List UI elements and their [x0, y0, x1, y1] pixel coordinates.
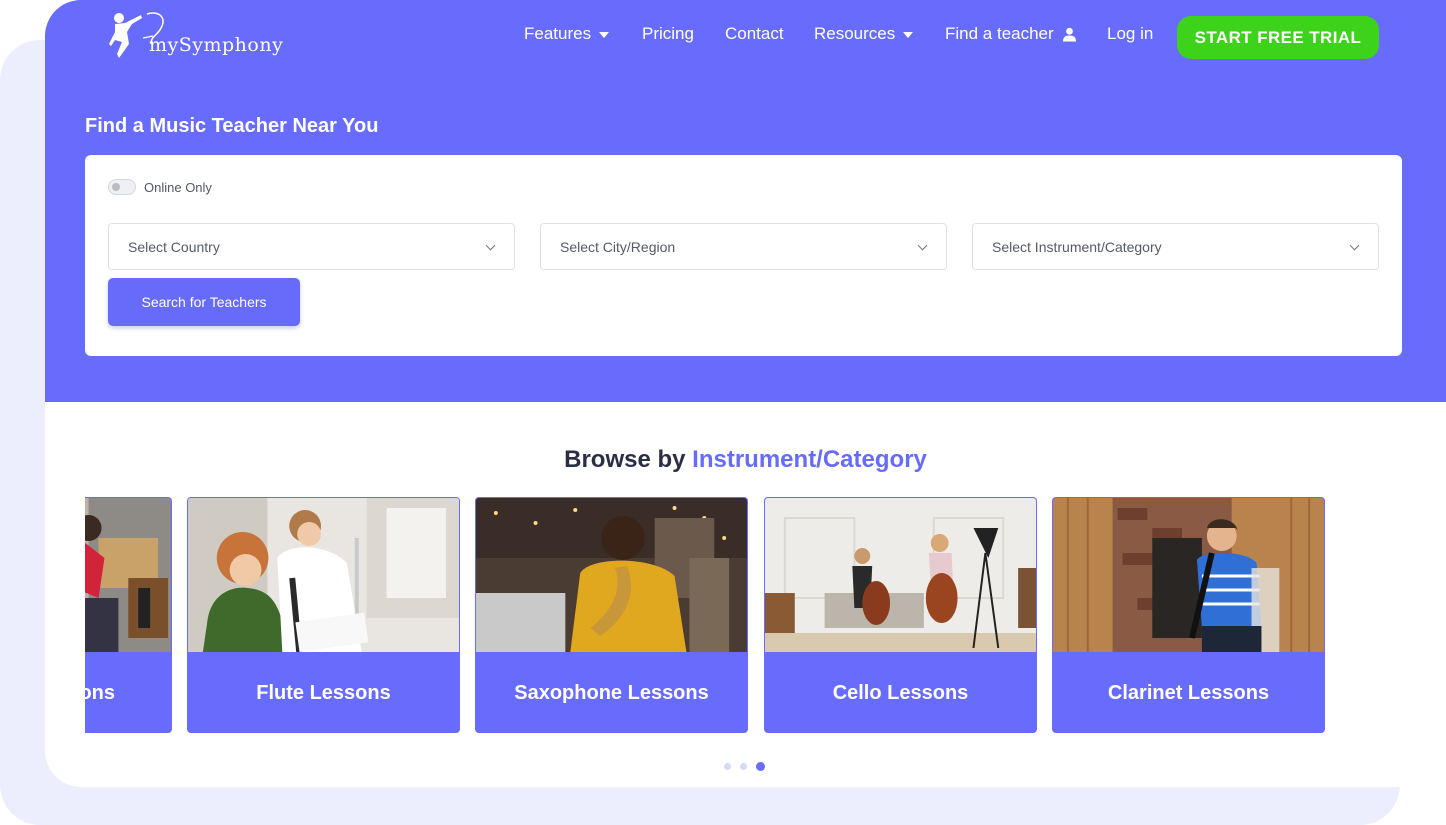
guitar-lesson-photo	[85, 498, 171, 652]
category-card-flute[interactable]: Flute Lessons	[187, 497, 460, 733]
nav-resources-label: Resources	[814, 24, 896, 43]
chevron-down-icon	[1349, 240, 1360, 251]
clarinet-lesson-photo	[1053, 498, 1324, 652]
hero-section: mySymphony Features Pricing Contact Reso…	[45, 0, 1446, 402]
category-card-label: Saxophone Lessons	[514, 681, 709, 704]
saxophone-lesson-photo	[476, 498, 747, 652]
cello-lesson-photo	[765, 498, 1036, 652]
instrument-carousel[interactable]: ons Flute Lessons	[85, 497, 1345, 734]
country-select[interactable]: Select Country	[108, 223, 515, 270]
carousel-pagination	[724, 762, 765, 771]
online-only-toggle[interactable]	[108, 179, 136, 195]
nav-resources[interactable]: Resources	[814, 24, 914, 44]
hero-title: Find a Music Teacher Near You	[85, 115, 379, 137]
category-card-cello[interactable]: Cello Lessons	[764, 497, 1037, 733]
nav-login[interactable]: Log in	[1107, 24, 1153, 44]
nav-login-label: Log in	[1107, 24, 1154, 43]
page-frame: mySymphony Features Pricing Contact Reso…	[45, 0, 1446, 787]
user-icon	[1062, 27, 1076, 42]
nav-pricing[interactable]: Pricing	[642, 24, 694, 44]
chevron-down-icon	[485, 240, 496, 251]
browse-title: Browse by Instrument/Category	[45, 446, 1446, 474]
flute-lesson-photo	[188, 498, 459, 652]
online-only-row: Online Only	[108, 179, 212, 195]
browse-title-accent: Instrument/Category	[692, 446, 927, 473]
start-free-trial-button[interactable]: START FREE TRIAL	[1177, 16, 1379, 59]
nav-features-label: Features	[524, 24, 592, 43]
nav-contact[interactable]: Contact	[725, 24, 784, 44]
category-card-label: Flute Lessons	[256, 681, 391, 704]
category-card-partial[interactable]: ons	[85, 497, 172, 733]
browse-title-prefix: Browse by	[564, 446, 686, 473]
nav-pricing-label: Pricing	[642, 24, 694, 43]
instrument-select-placeholder: Select Instrument/Category	[992, 238, 1162, 255]
category-card-label: ons	[85, 681, 115, 704]
carousel-dot[interactable]	[724, 763, 731, 770]
nav-features[interactable]: Features	[524, 24, 610, 44]
logo[interactable]: mySymphony	[107, 10, 283, 62]
instrument-select[interactable]: Select Instrument/Category	[972, 223, 1379, 270]
category-card-saxophone[interactable]: Saxophone Lessons	[475, 497, 748, 733]
caret-down-icon	[903, 32, 914, 38]
chevron-down-icon	[917, 240, 928, 251]
nav-find-teacher-label: Find a teacher	[945, 24, 1054, 43]
teacher-search-panel: Online Only Select Country Select City/R…	[85, 155, 1402, 356]
logo-text: mySymphony	[149, 34, 284, 56]
online-only-label: Online Only	[144, 179, 212, 195]
category-card-label: Clarinet Lessons	[1107, 681, 1270, 704]
nav-contact-label: Contact	[725, 24, 784, 43]
country-select-placeholder: Select Country	[128, 238, 220, 255]
caret-down-icon	[599, 32, 610, 38]
carousel-dot-active[interactable]	[756, 762, 765, 771]
category-card-clarinet[interactable]: Clarinet Lessons	[1052, 497, 1325, 733]
carousel-dot[interactable]	[740, 763, 747, 770]
nav-find-teacher[interactable]: Find a teacher	[945, 24, 1077, 44]
search-teachers-button[interactable]: Search for Teachers	[108, 278, 300, 326]
city-region-select[interactable]: Select City/Region	[540, 223, 947, 270]
city-select-placeholder: Select City/Region	[560, 238, 676, 255]
category-card-label: Cello Lessons	[832, 681, 969, 704]
